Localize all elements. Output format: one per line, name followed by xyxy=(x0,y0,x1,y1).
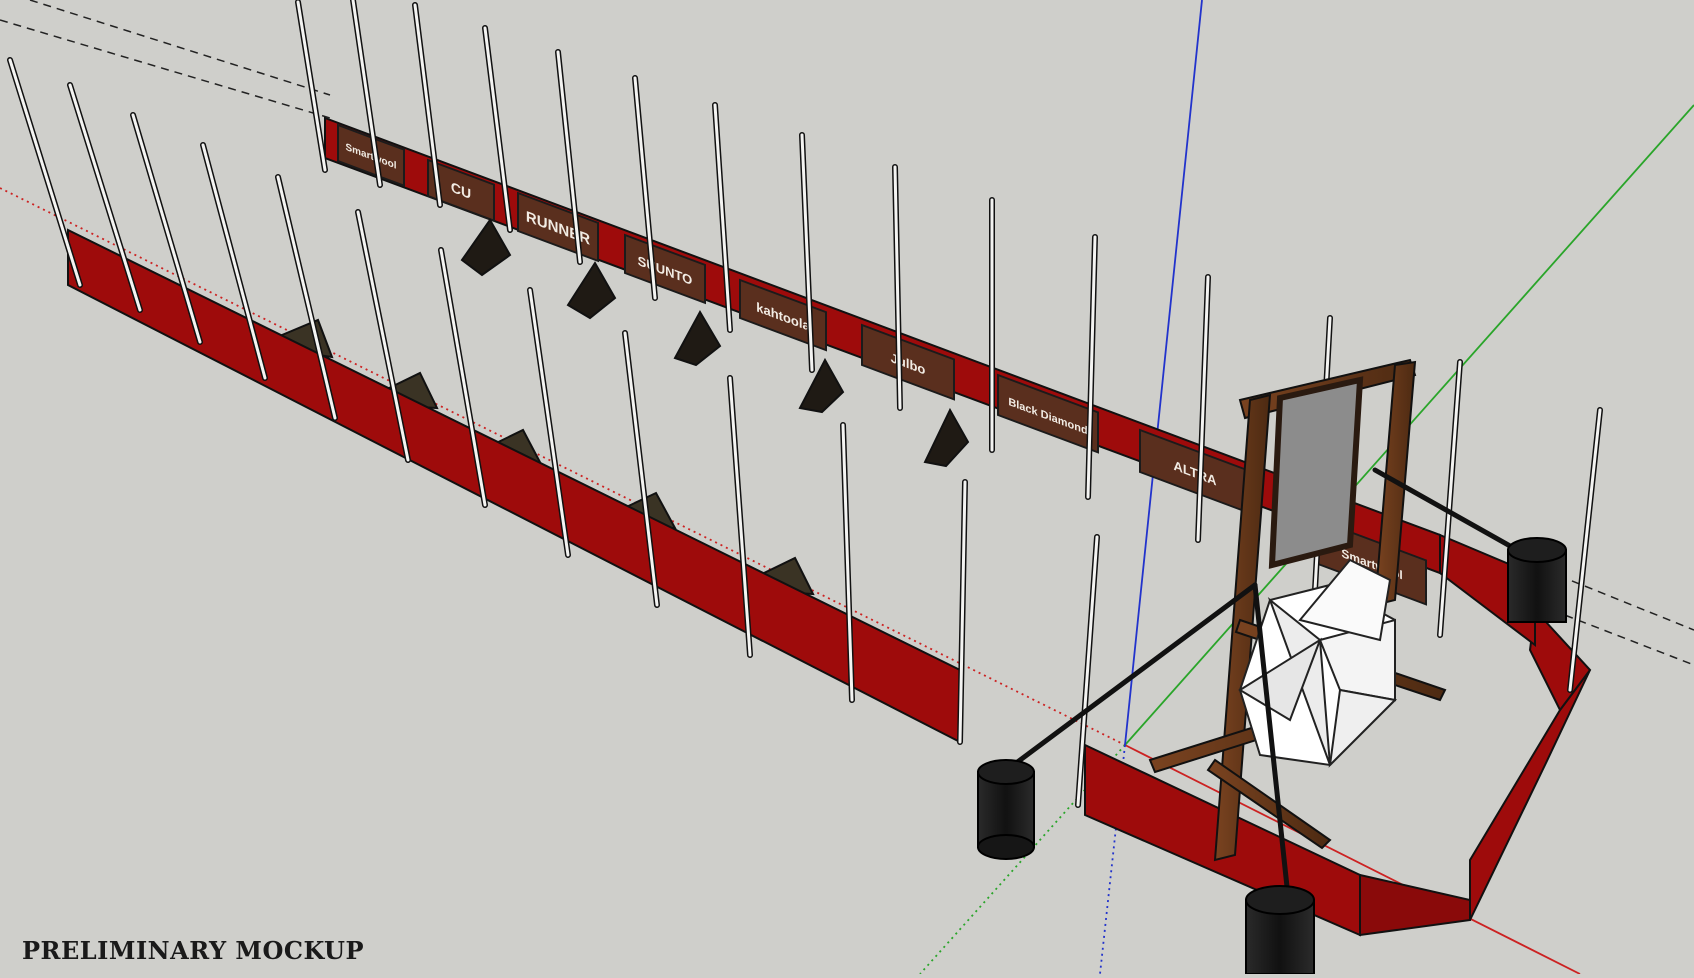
banner-runner: RUNNER xyxy=(517,191,599,263)
barrel-anchor-right xyxy=(1507,537,1567,623)
banner-black-diamond: Black Diamond xyxy=(997,373,1099,454)
sketchup-3d-viewport[interactable]: Smartwool CU RUNNER SUUNTO kahtoola Julb… xyxy=(0,0,1694,975)
barrel-anchor-left xyxy=(977,759,1035,860)
barrel-anchor-bottom xyxy=(1245,885,1315,975)
preliminary-mockup-caption: PRELIMINARY MOCKUP xyxy=(22,936,364,965)
